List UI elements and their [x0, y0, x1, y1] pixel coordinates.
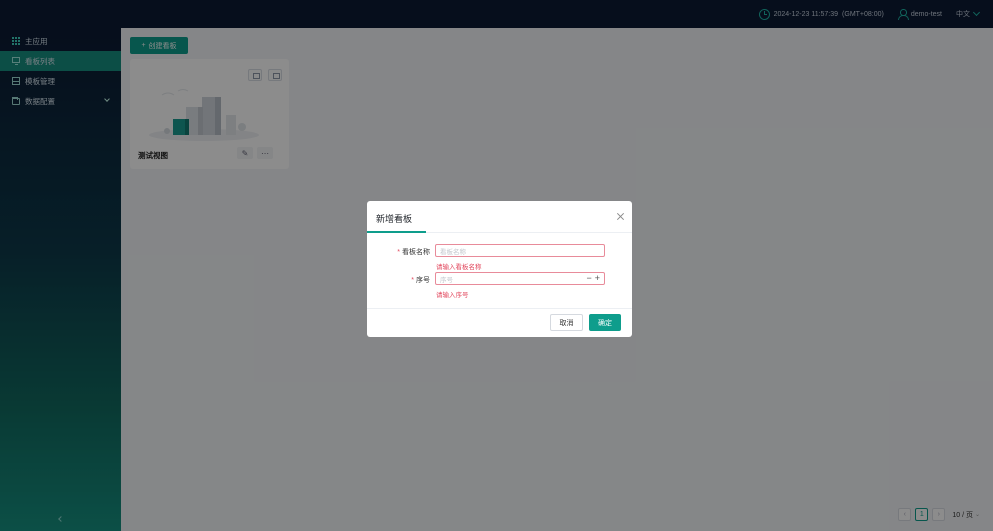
required-marker: *: [411, 277, 414, 284]
quantity-stepper[interactable]: − +: [586, 274, 600, 283]
name-label-text: 看板名称: [402, 249, 430, 256]
divider: [367, 308, 632, 309]
close-icon[interactable]: [617, 213, 624, 220]
order-placeholder: 序号: [440, 276, 453, 284]
title-underline: [367, 231, 426, 233]
minus-icon[interactable]: −: [586, 274, 591, 283]
name-field-label: * 看板名称: [370, 247, 430, 257]
confirm-button[interactable]: 确定: [589, 314, 621, 331]
plus-icon[interactable]: +: [595, 274, 600, 283]
order-field-error: 请输入序号: [436, 292, 469, 299]
order-number-input[interactable]: 序号 − +: [435, 272, 605, 285]
order-field-label: * 序号: [370, 275, 430, 285]
dialog-title: 新增看板: [376, 214, 413, 224]
dashboard-name-input[interactable]: 看板名称: [435, 244, 605, 257]
name-placeholder: 看板名称: [440, 248, 466, 256]
new-dashboard-dialog: 新增看板 * 看板名称 看板名称 请输入看板名称 * 序号 序号 − + 请输入序号…: [367, 201, 632, 337]
cancel-button[interactable]: 取消: [550, 314, 583, 331]
name-field-error: 请输入看板名称: [436, 264, 482, 271]
required-marker: *: [397, 249, 400, 256]
order-label-text: 序号: [416, 277, 430, 284]
